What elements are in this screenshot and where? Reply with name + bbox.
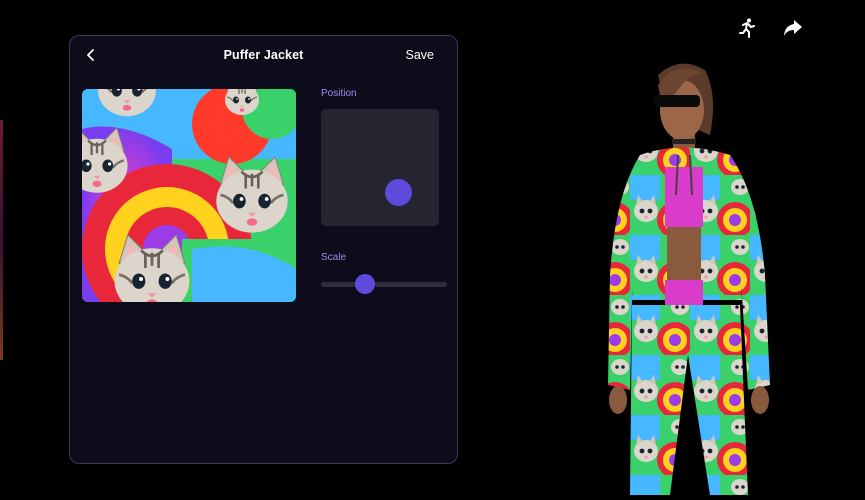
share-button[interactable] xyxy=(781,16,805,40)
pose-button[interactable] xyxy=(735,16,759,40)
pose-figure-icon xyxy=(739,18,755,38)
scale-slider-track[interactable] xyxy=(321,282,447,287)
scale-label: Scale xyxy=(321,252,347,263)
panel-title: Puffer Jacket xyxy=(223,48,304,62)
position-pad[interactable] xyxy=(321,109,439,226)
scale-slider-thumb[interactable] xyxy=(355,274,375,294)
save-button[interactable]: Save xyxy=(406,48,435,62)
texture-editor-panel: Puffer Jacket Save Position Scale xyxy=(69,35,458,464)
position-label: Position xyxy=(321,88,357,99)
left-edge-strip xyxy=(0,120,3,360)
avatar-preview xyxy=(608,63,770,495)
position-handle[interactable] xyxy=(385,179,412,206)
pattern-preview-image xyxy=(82,89,296,302)
share-arrow-icon xyxy=(784,20,802,36)
